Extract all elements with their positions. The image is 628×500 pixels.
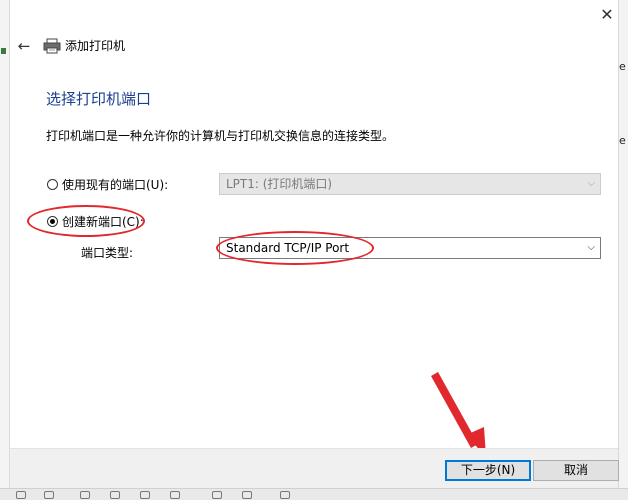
new-port-radio[interactable] [47, 216, 58, 227]
cancel-button[interactable]: 取消 [533, 460, 619, 481]
background-toolbar-icon [44, 491, 54, 499]
new-port-label: 创建新端口(C): [62, 215, 144, 229]
back-arrow-icon[interactable]: ← [14, 36, 34, 56]
background-text-fragment: e [619, 60, 626, 73]
page-description: 打印机端口是一种允许你的计算机与打印机交换信息的连接类型。 [46, 129, 395, 143]
port-type-label: 端口类型: [81, 246, 134, 260]
background-window-edge-right: e e [618, 0, 628, 499]
existing-port-radio[interactable] [47, 179, 58, 190]
background-toolbar-icon [110, 491, 120, 499]
chevron-down-icon: ⌵ [587, 178, 595, 189]
new-port-option[interactable]: 创建新端口(C): [47, 213, 144, 230]
dialog-footer: 下一步(N) 取消 [10, 448, 619, 489]
page-heading: 选择打印机端口 [46, 90, 152, 108]
background-text-fragment: e [619, 134, 626, 147]
port-type-select[interactable]: Standard TCP/IP Port ⌵ [219, 237, 601, 259]
existing-port-select: LPT1: (打印机端口) ⌵ [219, 173, 601, 195]
background-toolbar-strip [0, 488, 628, 500]
background-toolbar-icon [242, 491, 252, 499]
add-printer-dialog: ✕ ← 添加打印机 选择打印机端口 打印机端口是一种允许你的计算机与打印机交换信… [10, 0, 619, 499]
background-toolbar-icon [280, 491, 290, 499]
background-toolbar-icon [140, 491, 150, 499]
next-button[interactable]: 下一步(N) [445, 460, 531, 481]
background-toolbar-icon [16, 491, 26, 499]
existing-port-label: 使用现有的端口(U): [62, 178, 169, 192]
background-toolbar-icon [212, 491, 222, 499]
existing-port-value: LPT1: (打印机端口) [226, 177, 333, 191]
background-window-edge-left [0, 0, 10, 499]
window-title: 添加打印机 [65, 39, 126, 53]
background-icon-fragment [1, 48, 6, 54]
background-toolbar-icon [80, 491, 90, 499]
existing-port-option[interactable]: 使用现有的端口(U): [47, 176, 168, 193]
chevron-down-icon: ⌵ [587, 242, 595, 253]
printer-icon [43, 38, 61, 54]
port-type-value: Standard TCP/IP Port [226, 241, 350, 255]
background-toolbar-icon [170, 491, 180, 499]
close-icon[interactable]: ✕ [596, 4, 618, 26]
